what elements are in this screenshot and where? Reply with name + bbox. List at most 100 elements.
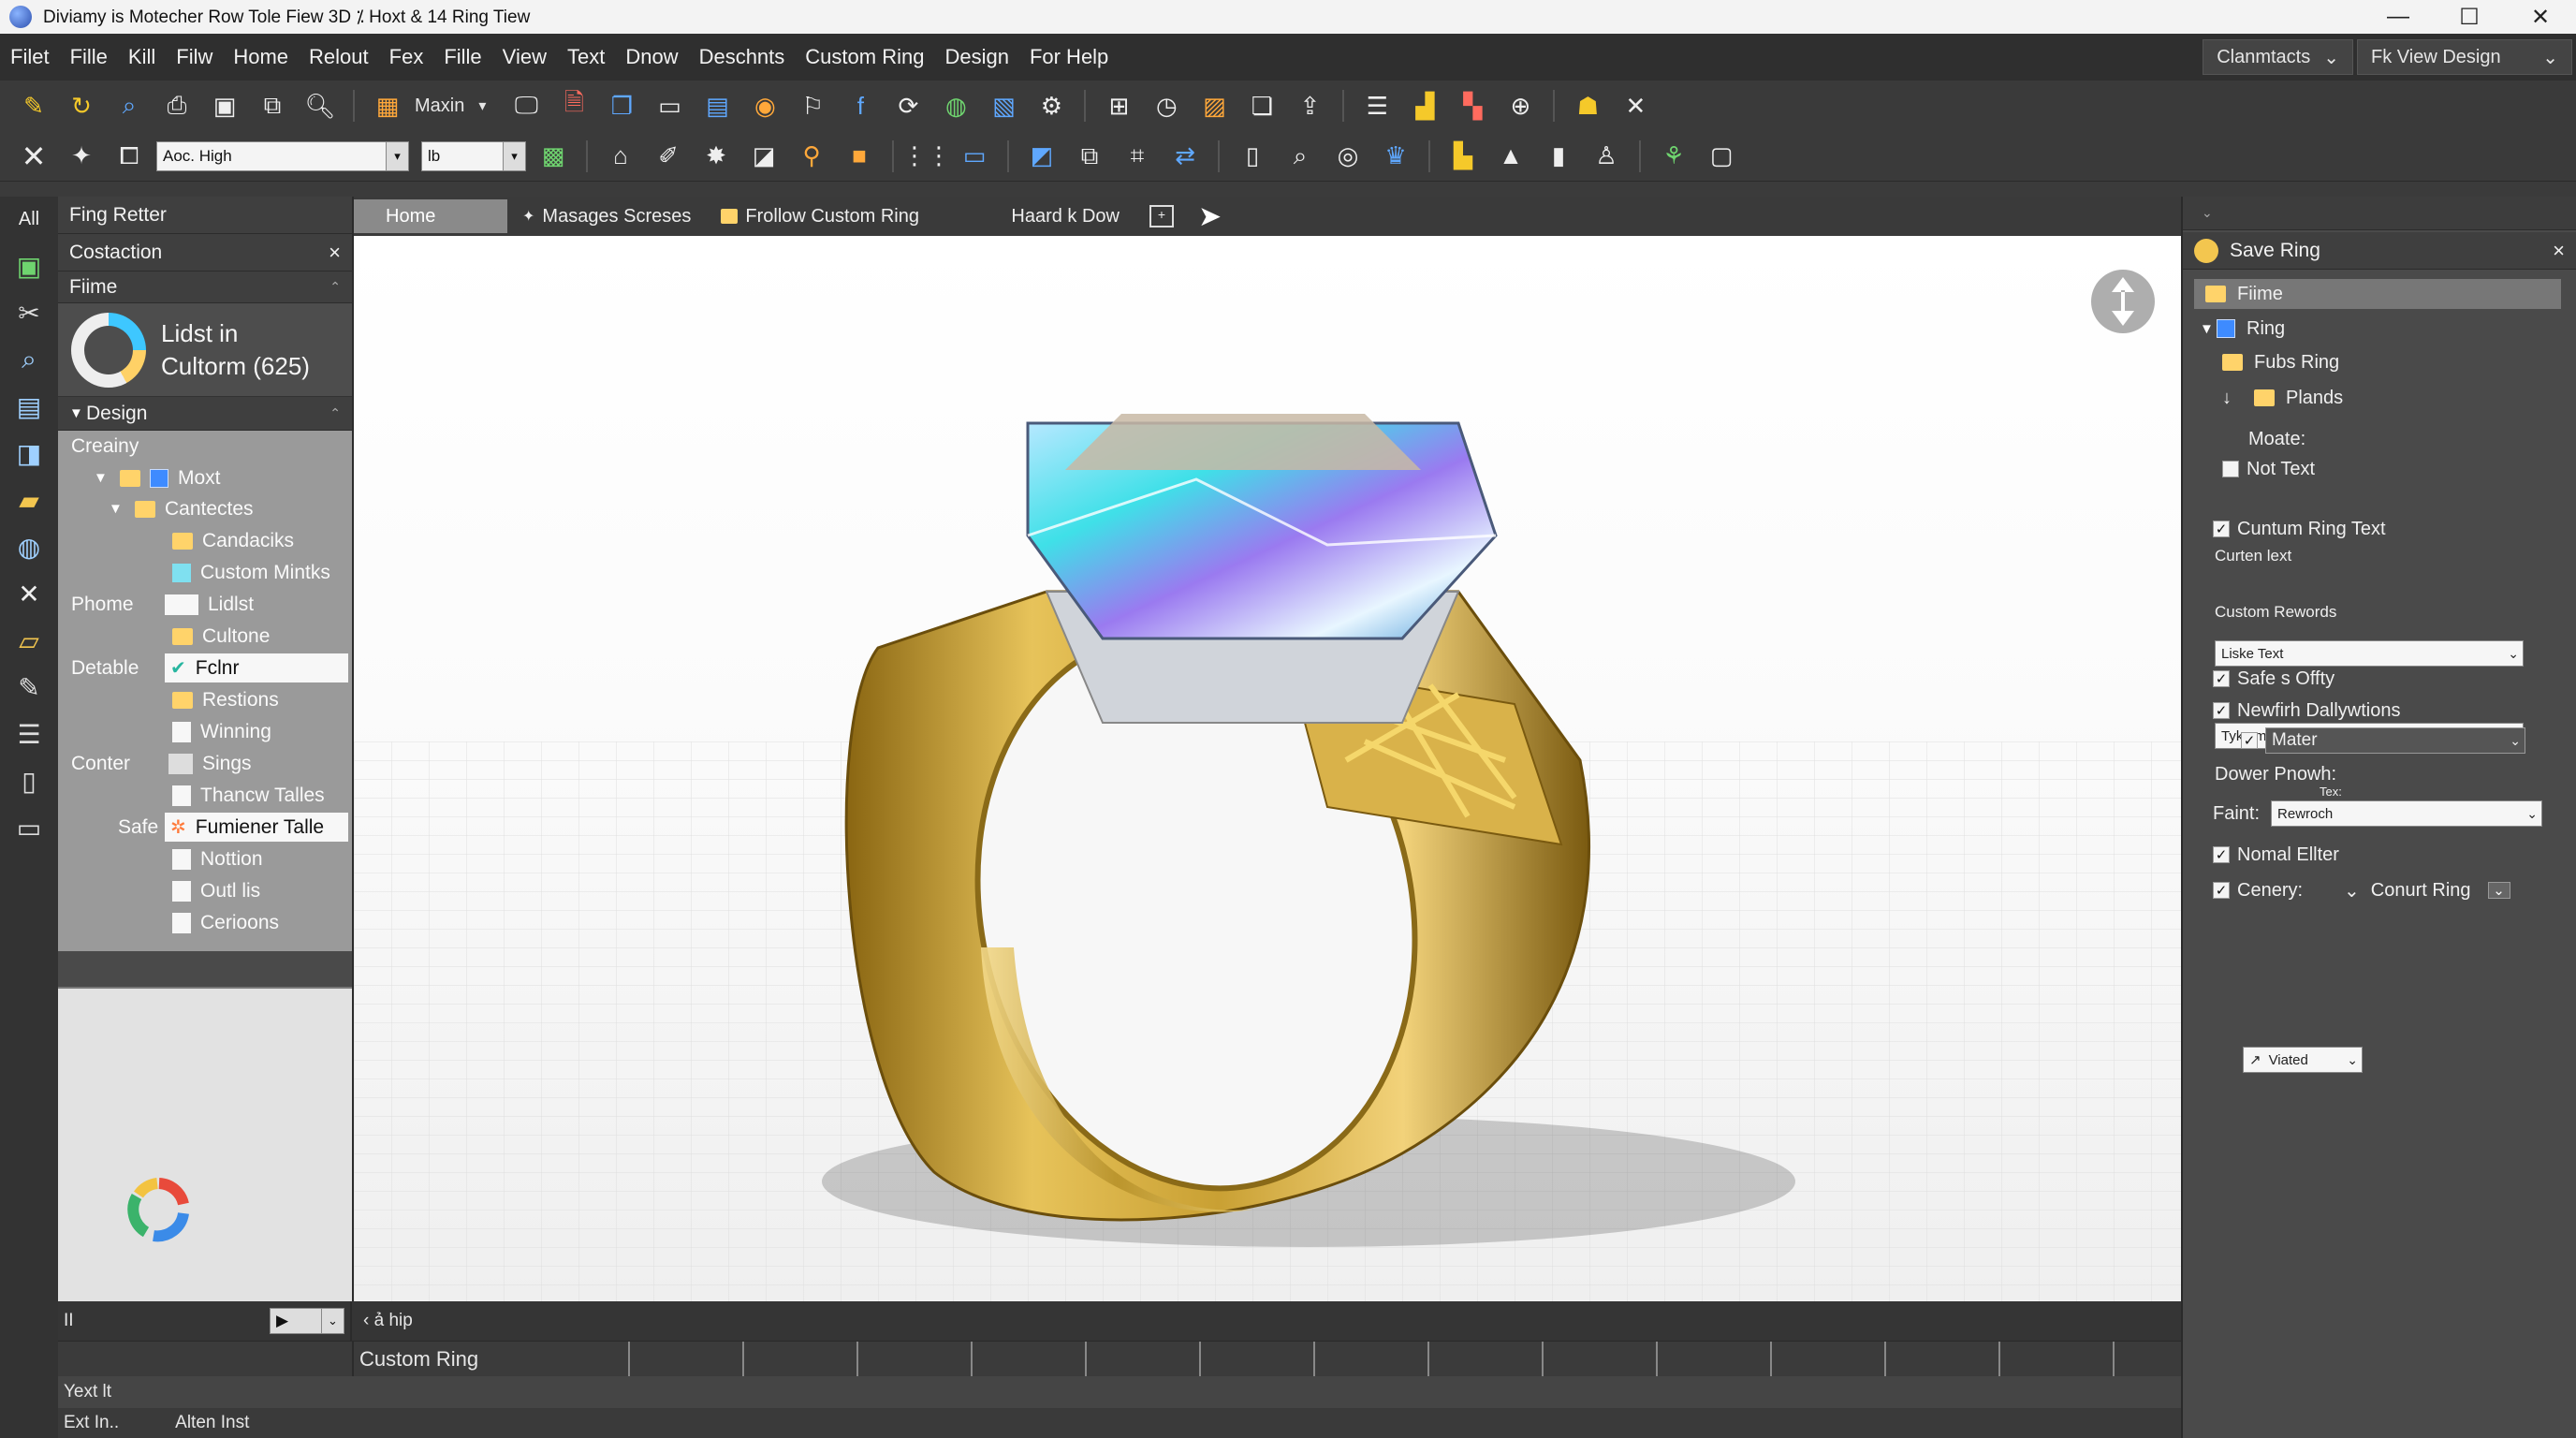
facebook-icon[interactable]: f [840,85,881,126]
web-icon[interactable]: ⊕ [1500,85,1541,126]
tab-home[interactable]: Home [354,199,507,233]
page-blank-icon[interactable]: ▮ [1538,136,1579,177]
mater-select[interactable]: Mater ⌄ [2265,727,2525,754]
navigation-gizmo[interactable] [2091,270,2155,333]
tab-frollow-custom-ring[interactable]: Frollow Custom Ring [706,199,996,233]
menu-item[interactable]: Home [223,45,299,69]
screen-icon[interactable]: ▭ [954,136,995,177]
flag-icon[interactable]: ⚐ [792,85,833,126]
menu-item[interactable]: Text [557,45,615,69]
cuntum-ring-text-checkbox[interactable]: ✓Cuntum Ring Text⌃ [2213,515,2576,543]
tree-row[interactable]: Restions [58,684,354,715]
brush-icon[interactable]: ✐ [648,136,689,177]
copy-icon[interactable]: ⧠ [109,136,150,177]
globe-icon[interactable]: ◉ [744,85,785,126]
pen-tool-icon[interactable]: ✎ [13,85,54,126]
file-icon[interactable]: ▯ [1232,136,1273,177]
rectangle-icon[interactable]: ▢ [1701,136,1742,177]
new-tab-button[interactable]: + [1134,199,1189,233]
tree-row-selected[interactable]: Detable ✔ Fclnr [58,653,354,683]
design-header[interactable]: ▼ Design ⌃ [58,397,352,431]
menu-item[interactable]: Design [934,45,1018,69]
menu-item[interactable]: Fille [60,45,118,69]
close-icon[interactable]: × [2553,239,2565,263]
mater-row[interactable]: ✓ Mater ⌄ [2241,726,2576,755]
note-icon[interactable]: ▟ [1404,85,1445,126]
tab-masages-screses[interactable]: ✦ Masages Screses [507,199,706,233]
eyedropper-icon[interactable]: ⚲ [791,136,832,177]
menu-item[interactable]: Fex [379,45,434,69]
grid-icon[interactable]: ⋮⋮ [902,136,951,177]
transfer-icon[interactable]: ⇄ [1164,136,1206,177]
tree-row[interactable]: Candaciks [58,525,354,556]
board-icon[interactable]: ▣ [10,249,48,283]
menu-item[interactable]: View [492,45,557,69]
close-icon[interactable]: × [329,241,341,265]
tree-item-ring[interactable]: ▼ Ring [2200,313,2574,345]
font-combo[interactable]: Aoc. High ▾ [156,140,409,171]
tree-row[interactable]: Outl lis [58,875,354,906]
gradient-icon[interactable]: ▩ [533,136,574,177]
faint-select[interactable]: Rewroch ⌄ [2271,800,2543,827]
zoom-icon[interactable]: ⌕ [1280,136,1321,177]
zoom-tool-icon[interactable]: ⌕ [10,343,48,376]
wand-icon[interactable]: ✎ [10,670,48,704]
panel-icon[interactable]: ▭ [10,811,48,844]
puzzle-icon[interactable]: ◨ [10,436,48,470]
3d-viewport[interactable] [354,236,2181,1301]
list-icon[interactable]: ☰ [1356,85,1398,126]
dropdown-toggle[interactable]: ⌄ [2487,882,2510,899]
magnifier-icon[interactable]: ⌕ [109,85,150,126]
tree-row[interactable]: Winning [58,716,354,747]
window-icon[interactable]: ⊞ [1098,85,1139,126]
duplicate-icon[interactable]: ⧉ [1069,136,1110,177]
all-label[interactable]: All [10,202,48,236]
chevron-down-icon[interactable]: ▾ [478,96,486,115]
maxin-icon[interactable]: ▦ [367,85,408,126]
monitor-icon[interactable]: 🖵︎ [505,85,547,126]
command-input[interactable]: Yext lt [58,1382,111,1402]
tree-row[interactable]: Conter Sings [58,748,354,779]
frame-icon[interactable]: ◩ [1021,136,1062,177]
pin-icon[interactable]: ✦ [61,136,102,177]
layers-icon[interactable]: ❐ [601,85,642,126]
menu-item[interactable]: Relout [299,45,379,69]
menu-item[interactable]: Kill [118,45,166,69]
close-window-button[interactable]: ✕ [2505,4,2576,31]
rotate-icon[interactable]: ⟳ [887,85,929,126]
cenery-row[interactable]: ✓ Cenery: ⌄ Conurt Ring ⌄ [2213,876,2576,904]
compass-icon[interactable]: ◎ [1327,136,1368,177]
crop-icon[interactable]: ⌗ [1117,136,1158,177]
share-icon[interactable]: ⇪ [1289,85,1330,126]
tree-row[interactable]: ▼ Moxt [58,462,354,493]
sheet-icon[interactable]: ▯ [10,764,48,798]
search-icon[interactable]: 🔍︎ [300,85,341,126]
notes-icon[interactable]: ☰ [10,717,48,751]
cube-icon[interactable]: ◪ [743,136,784,177]
tree-row[interactable]: Custom Mintks [58,557,354,588]
pdf-icon[interactable]: ▚ [1452,85,1493,126]
users-icon[interactable]: ☗ [1567,85,1608,126]
minimize-button[interactable]: — [2363,4,2434,31]
menu-item[interactable]: Fille [433,45,491,69]
tree-row[interactable]: Cerioons [58,907,354,938]
star-burst-icon[interactable]: ✸ [695,136,737,177]
chevron-down-icon[interactable]: ⌄ [2202,205,2213,221]
tree-item-plands[interactable]: ↓ Plands [2222,382,2576,414]
picture-icon[interactable]: ▧ [983,85,1024,126]
menu-item[interactable]: Filet [0,45,60,69]
document-icon[interactable]: 🗎︎ [553,85,594,126]
square-icon[interactable]: ■ [839,136,880,177]
viated-select[interactable]: ↗ Viated ⌄ [2243,1047,2363,1073]
chart-icon[interactable]: ▨ [1193,85,1235,126]
folder-icon[interactable]: ▰ [10,483,48,517]
scissors-icon[interactable]: ✂ [10,296,48,330]
tree-row[interactable]: Safe ✲ Fumiener Talle [58,812,354,843]
open-folder-icon[interactable]: ▱ [10,624,48,657]
page-icon[interactable]: ▭ [649,85,690,126]
tree-icon[interactable]: ⚘ [1653,136,1694,177]
playback-field[interactable]: II [64,1311,74,1331]
cross-tool-icon[interactable]: ✕ [10,577,48,610]
size-combo[interactable]: lb ▾ [421,140,526,171]
bubble-icon[interactable]: ◍ [10,530,48,564]
